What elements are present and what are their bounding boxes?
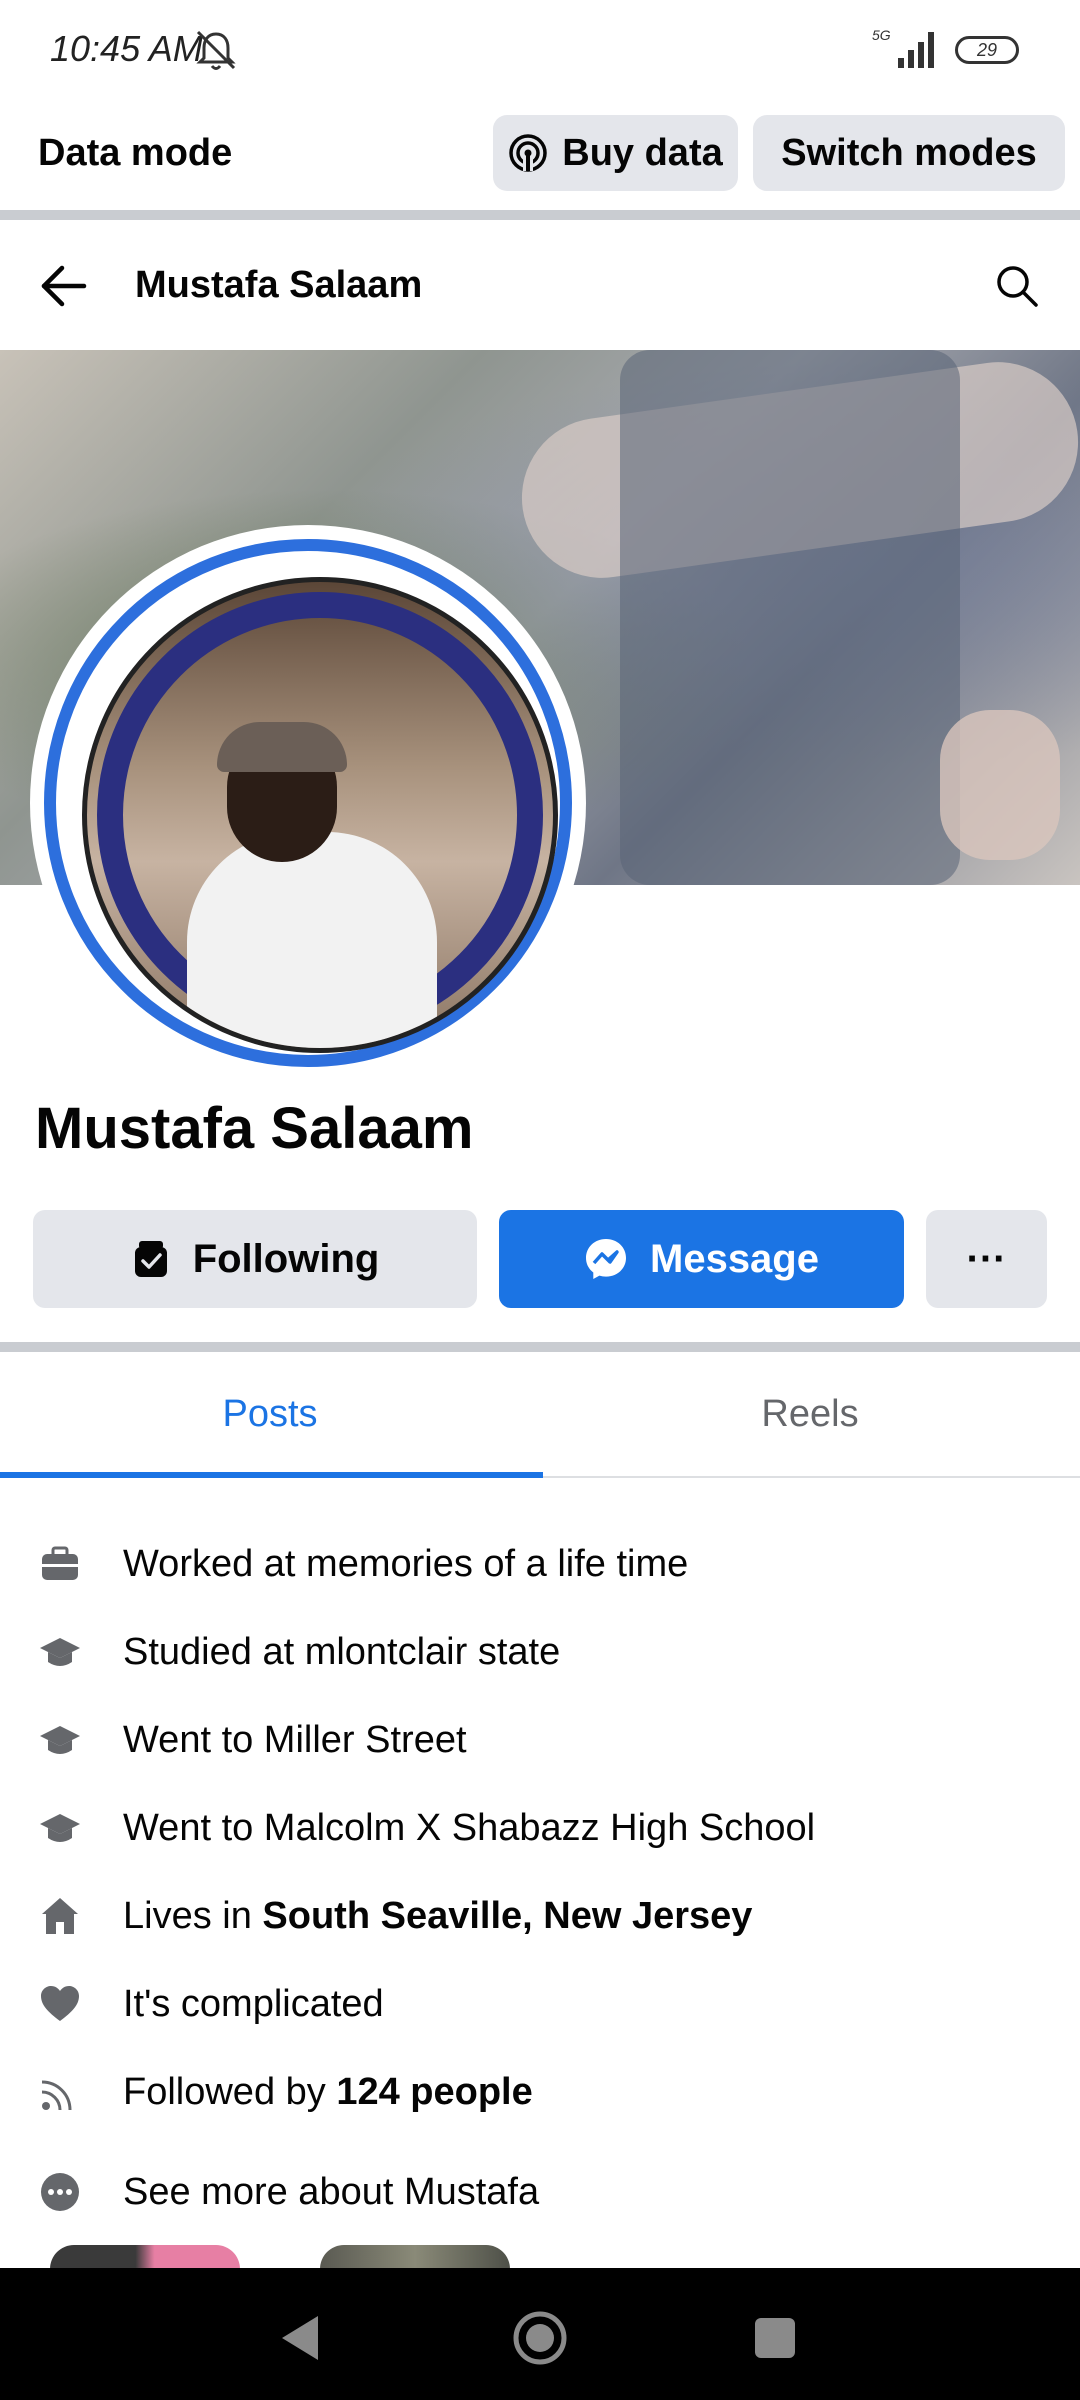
nav-home-icon[interactable] [510,2308,570,2368]
cover-photo-detail [940,710,1060,860]
story-ring [44,539,572,1067]
back-arrow-icon[interactable] [38,260,90,312]
profile-name: Mustafa Salaam [35,1096,474,1161]
profile-picture[interactable] [30,525,586,1081]
cover-photo-detail [620,350,960,885]
intro-lives-prefix: Lives in [123,1894,263,1937]
graduation-cap-icon [40,1814,80,1842]
following-label: Following [192,1236,380,1281]
rss-followers-icon [41,2080,72,2111]
intro-lives: Lives in South Seaville, New Jersey [0,1876,1080,1956]
more-options-button[interactable]: ··· [926,1210,1047,1308]
message-button[interactable]: Message [499,1210,904,1308]
intro-school-text: Went to Malcolm X Shabazz High School [123,1806,816,1849]
cellular-signal-icon: 5G [872,27,934,68]
more-options-label: ··· [966,1236,1007,1281]
profile-tabs: Posts Reels [0,1352,1080,1478]
intro-school: Went to Miller Street [0,1700,1080,1780]
divider [0,1342,1080,1352]
message-label: Message [650,1236,819,1281]
tab-reels-label: Reels [761,1392,859,1435]
following-button[interactable]: Following [33,1210,477,1308]
status-time: 10:45 AM [50,28,203,69]
hotspot-icon [509,134,547,172]
following-check-icon [134,1241,167,1277]
data-mode-bar: Data mode Buy data Switch modes [0,100,1080,210]
intro-lives-place[interactable]: South Seaville, New Jersey [262,1895,752,1937]
intro-study: Studied at mlontclair state [0,1612,1080,1692]
intro-lives-text: Lives in South Seaville, New Jersey [123,1895,752,1938]
profile-header: Mustafa Salaam [0,220,1080,350]
nav-back-icon[interactable] [270,2308,330,2368]
see-more-about[interactable]: See more about Mustafa [0,2152,1080,2232]
avatar-shirt [187,832,437,1048]
see-more-about-text: See more about Mustafa [123,2170,540,2213]
nav-recents-icon[interactable] [745,2308,805,2368]
intro-followers-text: Followed by 124 people [123,2071,533,2114]
intro-work: Worked at memories of a life time [0,1524,1080,1604]
switch-modes-button[interactable]: Switch modes [753,115,1065,191]
avatar-cap [217,722,347,772]
status-bar: 10:45 AM 5G 29 [0,0,1080,100]
graduation-cap-icon [40,1726,80,1754]
home-icon [42,1898,78,1934]
followers-count[interactable]: 124 people [336,2071,532,2113]
data-mode-label: Data mode [38,132,233,174]
intro-study-text: Studied at mlontclair state [123,1630,561,1673]
active-tab-indicator [0,1472,543,1478]
buy-data-label: Buy data [562,131,723,174]
heart-icon [41,1986,79,2021]
intro-followers-prefix: Followed by [123,2070,337,2113]
tab-posts[interactable]: Posts [0,1352,543,1478]
search-icon[interactable] [995,264,1039,308]
header-title: Mustafa Salaam [135,264,423,306]
intro-followers: Followed by 124 people [0,2052,1080,2132]
bell-muted-icon [196,30,236,70]
messenger-icon [586,1239,626,1279]
intro-school-text: Went to Miller Street [123,1718,467,1761]
intro-relationship-text: It's complicated [123,1982,384,2025]
battery-icon: 29 [955,36,1019,64]
briefcase-icon [42,1546,78,1580]
tab-reels[interactable]: Reels [540,1352,1080,1476]
intro-school: Went to Malcolm X Shabazz High School [0,1788,1080,1868]
intro-work-text: Worked at memories of a life time [123,1542,689,1585]
intro-relationship: It's complicated [0,1964,1080,2044]
avatar [82,577,558,1053]
graduation-cap-icon [40,1638,80,1666]
system-navigation-bar [0,2268,1080,2400]
divider [0,210,1080,220]
network-type-label: 5G [872,27,891,43]
buy-data-button[interactable]: Buy data [493,115,738,191]
tab-posts-label: Posts [222,1392,318,1435]
more-dots-icon [41,2173,79,2211]
switch-modes-label: Switch modes [781,131,1037,174]
